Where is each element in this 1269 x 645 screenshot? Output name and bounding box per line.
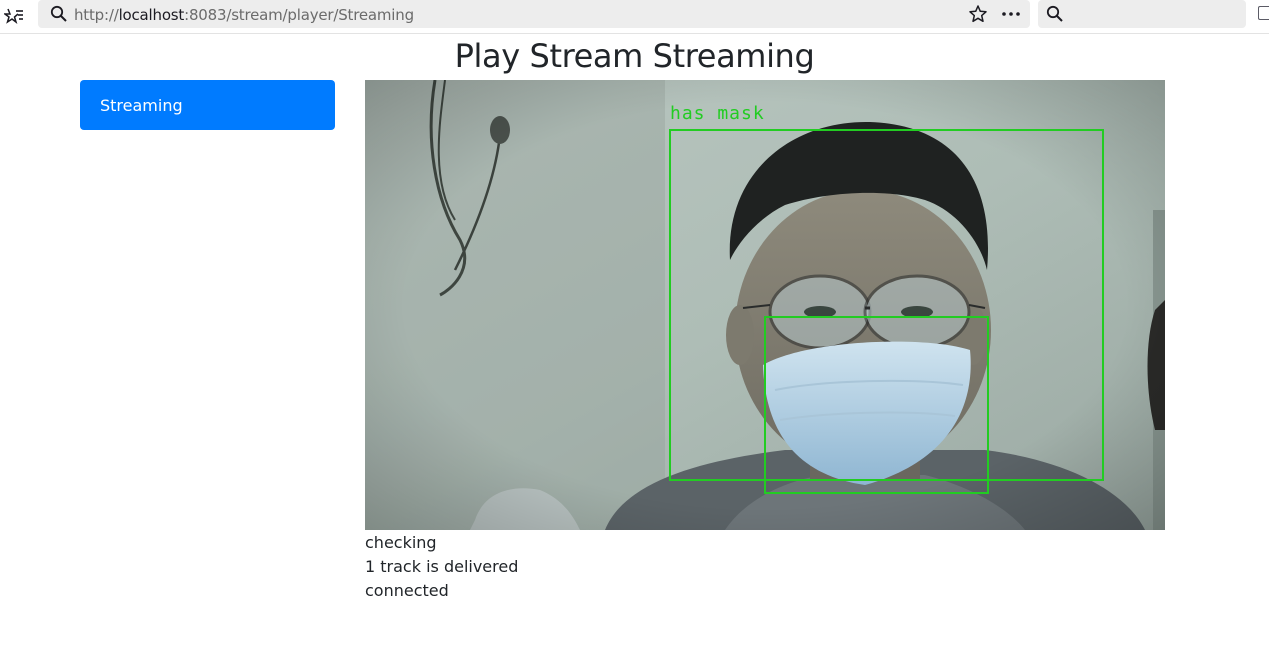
search-icon xyxy=(1046,5,1063,22)
bookmark-star-icon[interactable] xyxy=(968,4,988,24)
url-bar[interactable]: http://localhost:8083/stream/player/Stre… xyxy=(38,0,1030,28)
page-title: Play Stream Streaming xyxy=(454,37,815,75)
url-text[interactable]: http://localhost:8083/stream/player/Stre… xyxy=(74,6,414,24)
search-bar[interactable] xyxy=(1038,0,1246,28)
url-host: localhost xyxy=(118,6,185,24)
status-line-connected: connected xyxy=(365,581,449,600)
detection-label: has mask xyxy=(670,103,765,124)
browser-toolbar: http://localhost:8083/stream/player/Stre… xyxy=(0,0,1269,34)
sidebar-item-streaming[interactable]: Streaming xyxy=(80,80,335,130)
search-icon xyxy=(50,5,67,22)
url-prefix: http:// xyxy=(74,6,119,24)
page-actions-icon[interactable] xyxy=(1000,4,1022,24)
library-icon[interactable] xyxy=(4,5,24,25)
sidebar-item-label: Streaming xyxy=(100,96,183,115)
video-frame: has mask xyxy=(365,80,1165,530)
status-line-checking: checking xyxy=(365,533,437,552)
status-line-track: 1 track is delivered xyxy=(365,557,519,576)
sidebar-toggle-icon[interactable] xyxy=(1258,6,1269,20)
url-path: :8083/stream/player/Streaming xyxy=(184,6,414,24)
video-player[interactable]: has mask xyxy=(365,80,1165,530)
